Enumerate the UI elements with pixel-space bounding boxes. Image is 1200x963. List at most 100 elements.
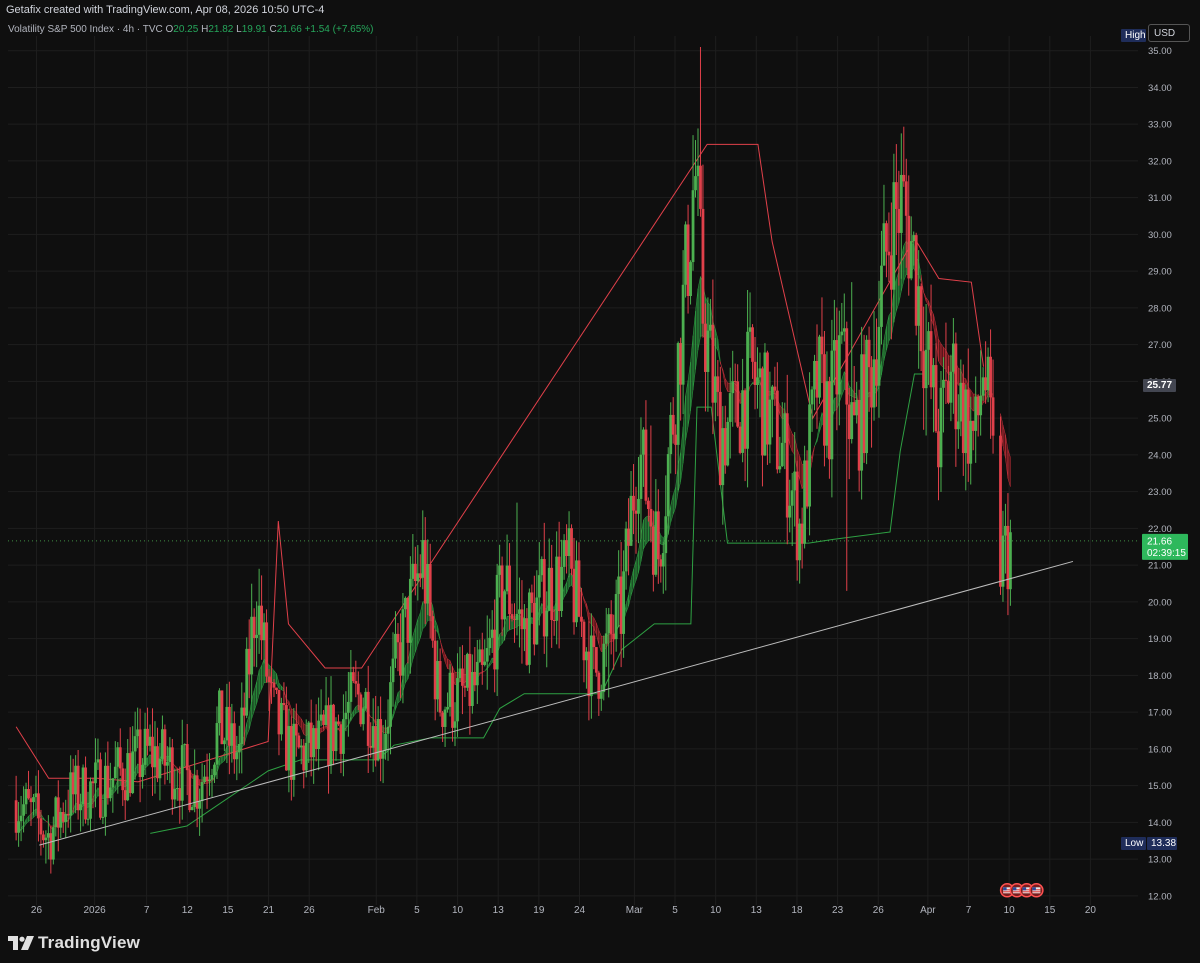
candle-body	[587, 651, 591, 697]
candle-body	[297, 735, 301, 748]
candle-body	[312, 728, 316, 758]
candle-body	[934, 365, 938, 432]
countdown-label: 02:39:15	[1147, 548, 1186, 559]
candle-body	[448, 672, 452, 707]
x-tick-label: 26	[31, 905, 43, 916]
candle-body	[446, 706, 449, 710]
candle-body	[592, 635, 596, 648]
candle-body	[937, 431, 940, 468]
candle-body	[59, 811, 63, 828]
candle-body	[701, 208, 705, 324]
symbol-legend[interactable]: Volatility S&P 500 Index · 4h · TVC O20.…	[8, 24, 374, 35]
candle-body	[515, 613, 519, 620]
candle-body	[161, 729, 164, 759]
candle-body	[738, 426, 742, 453]
tradingview-logo-icon	[8, 936, 34, 950]
band-segment-up	[697, 276, 701, 351]
y-tick-label: 29.00	[1148, 267, 1172, 278]
candle-body	[106, 765, 110, 799]
candle-body	[349, 672, 353, 702]
candle-body	[404, 597, 407, 610]
candle-body	[178, 788, 182, 801]
candle-body	[726, 421, 730, 466]
candle-body	[356, 683, 360, 695]
candle-body	[922, 351, 926, 389]
y-tick-label: 32.00	[1148, 156, 1172, 167]
us-flag-icon[interactable]	[1029, 883, 1044, 898]
candle-body	[81, 767, 85, 805]
candle-body	[909, 241, 913, 279]
candle-body	[604, 633, 608, 644]
candle-body	[275, 687, 278, 691]
x-tick-label: 21	[263, 905, 275, 916]
candle-body	[200, 782, 204, 802]
candle-body	[694, 176, 697, 191]
candle-body	[520, 609, 524, 630]
price-chart[interactable]: 12.00 13.00 14.00 15.00 16.00 17.00 18.00 19.00…	[0, 18, 1200, 926]
candle-body	[689, 262, 692, 297]
candle-body	[220, 690, 224, 745]
band-segment-down	[938, 338, 942, 367]
currency-button[interactable]: USD	[1148, 24, 1190, 42]
candle-body	[770, 386, 774, 400]
candle-body	[768, 399, 772, 445]
candle-body	[942, 379, 945, 388]
candle-body	[989, 356, 992, 398]
candle-body	[679, 343, 683, 385]
candle-body	[225, 706, 229, 741]
candle-body	[304, 742, 308, 771]
candle-body	[882, 223, 886, 266]
candle-body	[480, 649, 484, 665]
candle-body	[808, 404, 811, 507]
candle	[726, 417, 730, 467]
candle-body	[872, 359, 876, 408]
flag-stripe	[1032, 891, 1041, 893]
y-tick-label: 24.00	[1148, 450, 1172, 461]
candle-body	[572, 568, 576, 623]
candle-body	[711, 324, 715, 403]
candle-body	[800, 523, 804, 544]
band-segment-up	[417, 612, 421, 645]
candle-body	[580, 616, 583, 622]
candle-body	[27, 789, 30, 799]
candle-body	[413, 563, 417, 582]
candle-body	[656, 511, 660, 560]
candle-body	[495, 574, 499, 670]
candle-body	[785, 413, 789, 518]
tradingview-logo[interactable]: TradingView	[8, 933, 140, 953]
candle	[570, 524, 573, 576]
candle	[999, 416, 1002, 595]
candle-body	[728, 393, 732, 422]
candle	[914, 232, 918, 336]
candle-body	[589, 635, 593, 697]
candle-body	[433, 640, 437, 700]
candle-body	[956, 421, 960, 430]
candle-body	[862, 354, 866, 454]
candle-body	[951, 343, 955, 372]
flag-canton	[1012, 887, 1017, 891]
candle-body	[708, 324, 712, 331]
candle-body	[371, 726, 375, 748]
candle-body	[577, 560, 581, 617]
candle-body	[741, 390, 745, 453]
candle-body	[329, 704, 333, 766]
candle-body	[19, 815, 23, 822]
candle-body	[500, 565, 504, 620]
candle-body	[56, 797, 60, 828]
candle-body	[612, 633, 616, 640]
candle-body	[847, 404, 851, 440]
candle-body	[485, 648, 489, 662]
candle-body	[103, 765, 107, 817]
chart-area[interactable]: 12.00 13.00 14.00 15.00 16.00 17.00 18.00 19.00…	[0, 18, 1200, 926]
x-tick-label: 5	[414, 905, 420, 916]
x-tick-label: 7	[966, 905, 972, 916]
candle-body	[190, 806, 194, 811]
candle-body	[599, 692, 603, 699]
candle-body	[218, 690, 221, 724]
candle-body	[999, 435, 1002, 587]
candle-body	[91, 781, 95, 784]
candle-body	[810, 389, 814, 405]
candle-body	[396, 633, 400, 643]
candle-body	[666, 454, 670, 517]
candle-body	[361, 708, 365, 725]
